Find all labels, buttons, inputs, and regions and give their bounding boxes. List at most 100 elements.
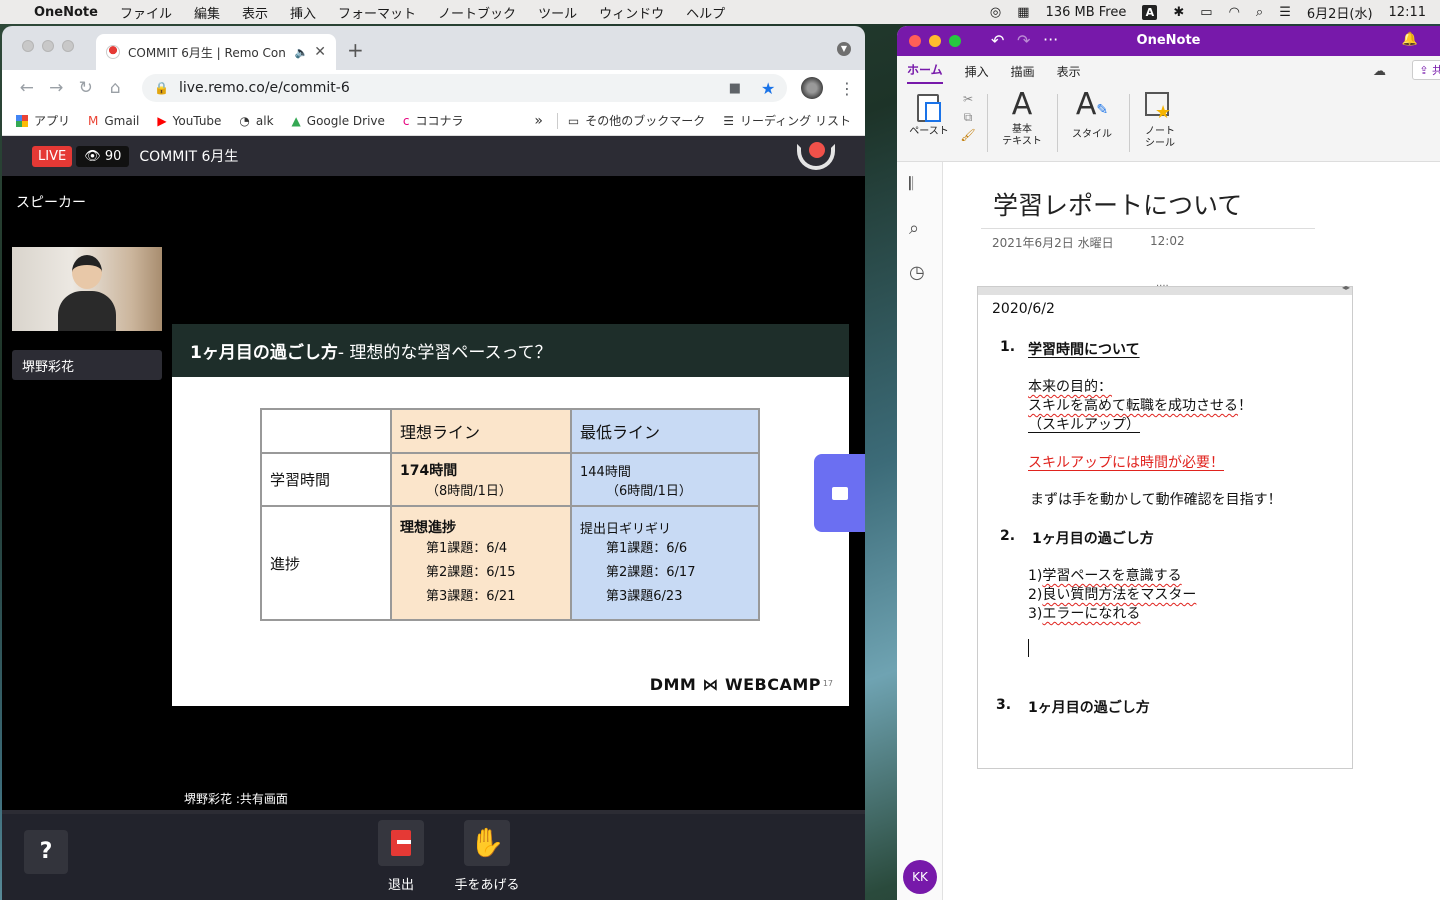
exit-button[interactable] — [378, 820, 424, 866]
address-bar[interactable]: 🔒 live.remo.co/e/commit-6 ■ ★ — [142, 74, 788, 102]
close-tab-icon[interactable]: ✕ — [314, 44, 326, 60]
spotlight-search-icon[interactable]: ⌕ — [1256, 5, 1263, 20]
home-icon[interactable]: ⌂ — [101, 78, 131, 98]
bookmark-apps[interactable]: アプリ — [16, 112, 70, 129]
menu-edit[interactable]: 編集 — [194, 3, 220, 22]
purpose-label[interactable]: 本来の目的： — [1028, 376, 1112, 396]
focus-icon[interactable]: ◎ — [990, 5, 1001, 20]
bookmark-youtube[interactable]: ▶ YouTube — [157, 114, 221, 128]
bluetooth-icon[interactable]: ✱ — [1173, 5, 1184, 20]
heading-3[interactable]: 1ヶ月目の過ごし方 — [1028, 697, 1150, 717]
menu-window[interactable]: ウィンドウ — [599, 3, 664, 22]
basic-text-button[interactable]: A 基本 テキスト — [997, 86, 1047, 148]
share-button[interactable]: ⇪ 共 — [1412, 60, 1440, 80]
heading-1[interactable]: 学習時間について — [1028, 339, 1140, 359]
tab-audio-icon[interactable]: 🔈 — [295, 46, 309, 59]
menu-insert[interactable]: 挿入 — [290, 3, 316, 22]
menu-tools[interactable]: ツール — [538, 3, 577, 22]
menu-date[interactable]: 6月2日(水) — [1307, 3, 1373, 22]
reload-icon[interactable]: ↻ — [71, 78, 101, 98]
battery-icon[interactable]: ▭ — [1200, 5, 1212, 20]
more-bookmarks-chevron[interactable]: » — [534, 113, 543, 129]
min-hours-cell: 144時間 （6時間/1日） — [570, 452, 760, 507]
bookmark-star-icon[interactable]: ★ — [761, 79, 775, 98]
zoom-window-button[interactable] — [62, 40, 74, 52]
page-title[interactable]: 学習レポートについて — [993, 186, 1242, 222]
input-source-icon[interactable]: A — [1142, 4, 1158, 20]
heading-1-number: 1. — [1000, 339, 1016, 355]
heading-1-text: 学習時間について — [1028, 342, 1140, 358]
heading-2[interactable]: 1ヶ月目の過ごし方 — [1032, 528, 1154, 548]
menu-notebook[interactable]: ノートブック — [438, 3, 516, 22]
help-button[interactable]: ? — [24, 830, 68, 874]
search-icon[interactable]: ⌕ — [909, 218, 919, 239]
row-label-progress: 進捗 — [260, 505, 392, 621]
notification-bell-icon[interactable]: 🔔 — [1402, 32, 1418, 47]
sync-status-icon[interactable]: ☁ — [1373, 64, 1386, 79]
speaker-video[interactable] — [12, 247, 162, 331]
format-painter-icon[interactable]: 🖌 — [957, 126, 979, 144]
new-tab-button[interactable]: + — [347, 38, 364, 62]
list-item-2[interactable]: 2)良い質問方法をマスター — [1028, 584, 1196, 604]
menu-format[interactable]: フォーマット — [338, 3, 416, 22]
styles-button[interactable]: A✎ スタイル — [1067, 86, 1117, 141]
copy-icon[interactable]: ⧉ — [957, 108, 979, 126]
forward-icon[interactable]: → — [42, 78, 72, 98]
purpose-line-1[interactable]: スキルを高めて転職を成功させる！ — [1028, 395, 1252, 415]
folder-icon: ▭ — [567, 113, 580, 128]
raise-hand-button[interactable]: ✋ — [464, 820, 510, 866]
styles-a-icon: A✎ — [1075, 87, 1109, 122]
menu-view[interactable]: 表示 — [242, 3, 268, 22]
reading-list[interactable]: ☰ リーディング リスト — [723, 112, 851, 129]
resize-handle-icon[interactable]: ◂▸ — [1342, 283, 1350, 292]
bookmark-coconala[interactable]: c ココナラ — [403, 112, 464, 129]
tab-search-icon[interactable]: ▼ — [837, 42, 851, 56]
lock-icon[interactable]: 🔒 — [154, 81, 169, 95]
list-item-1[interactable]: 1)学習ペースを意識する — [1028, 565, 1182, 585]
cut-icon[interactable]: ✂ — [957, 90, 979, 108]
share-label: 共 — [1432, 64, 1440, 77]
bookmark-alk[interactable]: ◔ alk — [239, 114, 273, 128]
tab-insert[interactable]: 挿入 — [965, 63, 989, 84]
tags-button[interactable]: ★ ノート シール — [1137, 88, 1183, 150]
wifi-icon[interactable]: ◠ — [1229, 5, 1240, 20]
apps-grid-icon — [16, 114, 28, 127]
profile-avatar[interactable] — [801, 77, 824, 99]
bookmark-google-drive[interactable]: ▲ Google Drive — [292, 114, 385, 128]
bookmark-gmail[interactable]: M Gmail — [88, 114, 139, 128]
browser-menu-icon[interactable]: ⋮ — [839, 79, 855, 98]
recent-clock-icon[interactable]: ◷ — [909, 262, 925, 283]
camera-in-use-icon[interactable]: ■ — [729, 81, 741, 96]
page-date: 2021年6月2日 水曜日 — [992, 236, 1114, 250]
tab-home[interactable]: ホーム — [907, 61, 943, 84]
notebooks-icon[interactable]: 𝄃 — [909, 174, 913, 195]
back-icon[interactable]: ← — [12, 78, 42, 98]
note-date[interactable]: 2020/6/2 — [992, 301, 1055, 317]
drag-handle-icon[interactable]: ···· — [1156, 281, 1169, 292]
close-window-button[interactable] — [22, 40, 34, 52]
chat-button[interactable] — [814, 454, 865, 532]
user-avatar[interactable]: KK — [903, 860, 937, 894]
tab-draw[interactable]: 描画 — [1011, 63, 1035, 84]
text-cursor — [1028, 639, 1029, 657]
menu-file[interactable]: ファイル — [120, 3, 172, 22]
red-note-line[interactable]: スキルアップには時間が必要！ — [1028, 452, 1224, 472]
note-container-handle[interactable]: ···· ◂▸ — [978, 281, 1352, 295]
menu-help[interactable]: ヘルプ — [686, 3, 725, 22]
menu-clock[interactable]: 12:11 — [1389, 5, 1426, 20]
minimize-window-button[interactable] — [42, 40, 54, 52]
list-item-3[interactable]: 3)エラーになれる — [1028, 603, 1140, 623]
other-bookmarks[interactable]: ▭ その他のブックマーク — [568, 112, 705, 129]
memory-status[interactable]: 136 MB Free — [1046, 5, 1127, 20]
paste-button[interactable]: ペースト — [907, 88, 951, 138]
memory-chip-icon[interactable]: ▦ — [1017, 5, 1029, 20]
url-text[interactable]: live.remo.co/e/commit-6 — [179, 80, 729, 96]
menu-app-name[interactable]: OneNote — [34, 5, 98, 20]
note-container[interactable]: ···· ◂▸ 2020/6/2 1. 学習時間について 本来の目的： スキルを… — [977, 281, 1353, 769]
list-item-1-number: 1) — [1028, 568, 1043, 584]
tab-view[interactable]: 表示 — [1057, 63, 1081, 84]
browser-tab-remo[interactable]: COMMIT 6月生 | Remo Con 🔈 ✕ — [96, 34, 336, 70]
purpose-line-2[interactable]: （スキルアップ） — [1028, 414, 1140, 434]
control-center-icon[interactable]: ☰ — [1279, 5, 1291, 20]
action-line[interactable]: まずは手を動かして動作確認を目指す！ — [1030, 489, 1282, 509]
